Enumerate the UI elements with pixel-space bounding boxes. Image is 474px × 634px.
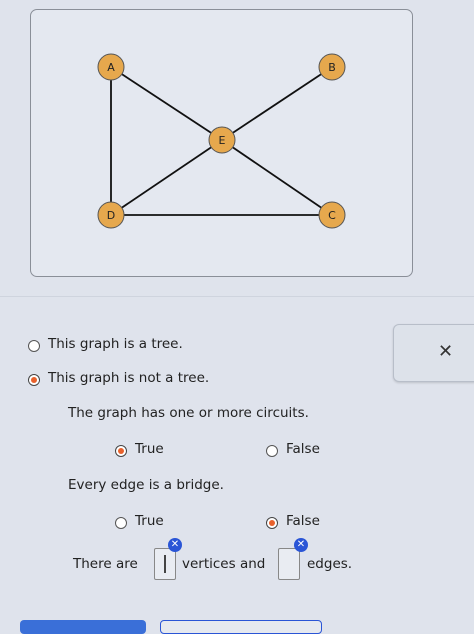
node-label-D: D — [107, 209, 115, 222]
radio-circuits-true[interactable] — [115, 445, 127, 457]
sentence-suffix: edges. — [307, 556, 353, 572]
node-C: C — [318, 201, 346, 229]
close-icon: ✕ — [438, 341, 454, 362]
edges-input[interactable] — [278, 548, 300, 580]
node-label-C: C — [328, 209, 336, 222]
circuits-false-label: False — [286, 441, 320, 457]
edge-B-E — [221, 66, 333, 141]
node-A: A — [97, 53, 125, 81]
bridge-true-label: True — [135, 513, 164, 529]
node-D: D — [97, 201, 125, 229]
circuits-true-label: True — [135, 441, 164, 457]
bridge-false-label: False — [286, 513, 320, 529]
circuits-statement: The graph has one or more circuits. — [68, 405, 309, 421]
radio-bridge-false[interactable] — [266, 517, 278, 529]
edge-E-D — [110, 139, 223, 216]
radio-tree[interactable] — [28, 340, 40, 352]
radio-bridge-true[interactable] — [115, 517, 127, 529]
check-button[interactable] — [20, 620, 146, 634]
graph-panel: A B E D C — [30, 9, 413, 277]
secondary-button[interactable] — [160, 620, 322, 634]
edge-A-E — [110, 66, 223, 141]
bridge-statement: Every edge is a bridge. — [68, 477, 224, 493]
option-not-tree-label: This graph is not a tree. — [48, 370, 210, 386]
clear-edges-icon[interactable]: ✕ — [294, 538, 308, 552]
option-tree-label: This graph is a tree. — [48, 336, 183, 352]
node-label-A: A — [107, 61, 115, 74]
edge-E-C — [221, 139, 333, 216]
node-E: E — [208, 126, 236, 154]
sentence-prefix: There are — [73, 556, 138, 572]
close-button[interactable]: ✕ — [393, 324, 474, 382]
divider — [0, 296, 474, 297]
radio-circuits-false[interactable] — [266, 445, 278, 457]
node-label-B: B — [328, 61, 336, 74]
sentence-middle: vertices and — [182, 556, 266, 572]
node-B: B — [318, 53, 346, 81]
radio-not-tree[interactable] — [28, 374, 40, 386]
clear-vertices-icon[interactable]: ✕ — [168, 538, 182, 552]
node-label-E: E — [219, 134, 226, 147]
graph-diagram: A B E D C — [97, 53, 346, 229]
vertices-input[interactable] — [154, 548, 176, 580]
text-cursor — [164, 555, 166, 573]
